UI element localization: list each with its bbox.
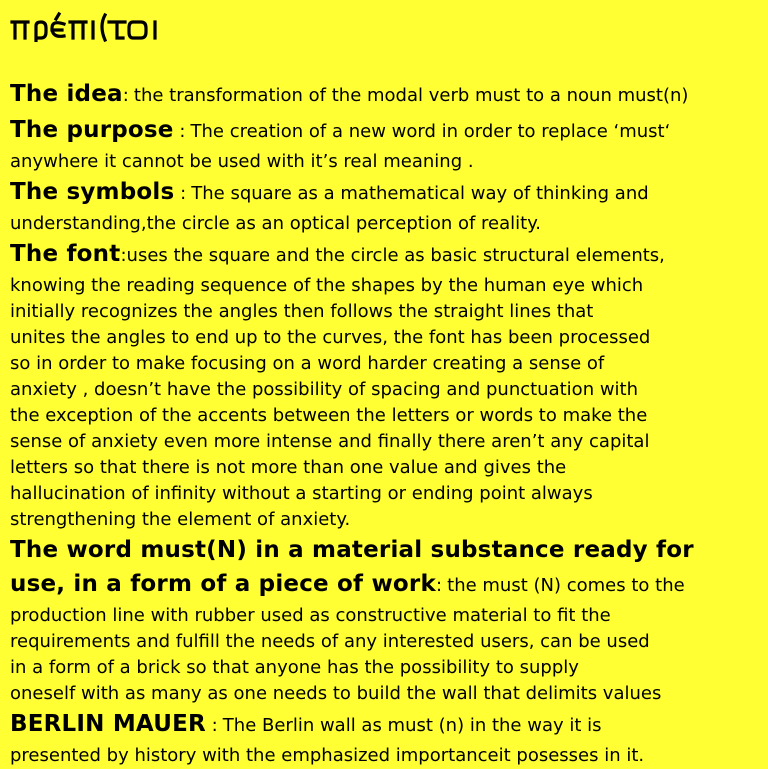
section-berlin-mauer: BERLIN MAUER : The Berlin wall as must (… [10, 707, 762, 769]
section-separator: : [173, 121, 186, 142]
section-line: the exception of the accents between the… [10, 405, 648, 426]
section-intro: the must (N) comes to the [447, 575, 685, 596]
section-line: so in order to make focusing on a word h… [10, 353, 605, 374]
section-line: anywhere it cannot be used with it’s rea… [10, 151, 474, 172]
section-heading: The purpose [10, 117, 174, 143]
section-intro: The Berlin wall as must (n) in the way i… [222, 715, 602, 736]
section-heading-line: The word must(N) in a material substance… [10, 537, 694, 563]
section-heading: The symbols [10, 179, 175, 205]
section-word-must: The word must(N) in a material substance… [10, 533, 762, 707]
section-symbols: The symbols : The square as a mathematic… [10, 175, 762, 237]
section-line: oneself with as many as one needs to bui… [10, 683, 662, 704]
section-line: presented by history with the emphasized… [10, 745, 645, 766]
section-line: in a form of a brick so that anyone has … [10, 657, 579, 678]
section-intro: the transformation of the modal verb mus… [133, 85, 689, 106]
section-heading: The font [10, 241, 121, 267]
section-line: initially recognizes the angles then fol… [10, 301, 594, 322]
section-separator: : [122, 85, 129, 106]
section-separator: : [435, 575, 443, 596]
section-line: requirements and fulfill the needs of an… [10, 631, 650, 652]
section-line: knowing the reading sequence of the shap… [10, 275, 644, 296]
section-line: strengthening the element of anxiety. [10, 509, 351, 530]
section-separator: : [174, 183, 187, 204]
section-purpose: The purpose : The creation of a new word… [10, 113, 762, 175]
section-heading: BERLIN MAUER [10, 711, 206, 737]
section-line: production line with rubber used as cons… [10, 605, 611, 626]
section-separator: : [205, 715, 218, 736]
section-intro: The square as a mathematical way of thin… [191, 183, 649, 204]
logo-glyphs-icon [10, 11, 157, 42]
section-line: sense of anxiety even more intense and f… [10, 431, 650, 452]
section-line: letters so that there is not more than o… [10, 457, 567, 478]
section-line: understanding,the circle as an optical p… [10, 213, 542, 234]
section-line: unites the angles to end up to the curve… [10, 327, 651, 348]
document-page: The idea: the transformation of the moda… [0, 0, 768, 768]
section-intro: The creation of a new word in order to r… [190, 121, 671, 142]
custom-font-logo [10, 10, 170, 42]
section-heading: The idea [10, 81, 123, 107]
section-heading: use, in a form of a piece of work [10, 571, 436, 597]
section-intro: uses the square and the circle as basic … [126, 245, 665, 266]
section-idea: The idea: the transformation of the moda… [10, 77, 762, 113]
section-line: anxiety , doesn’t have the possibility o… [10, 379, 639, 400]
document-body: The idea: the transformation of the moda… [10, 77, 762, 769]
section-line: hallucination of infinity without a star… [10, 483, 593, 504]
section-font: The font:uses the square and the circle … [10, 237, 762, 533]
